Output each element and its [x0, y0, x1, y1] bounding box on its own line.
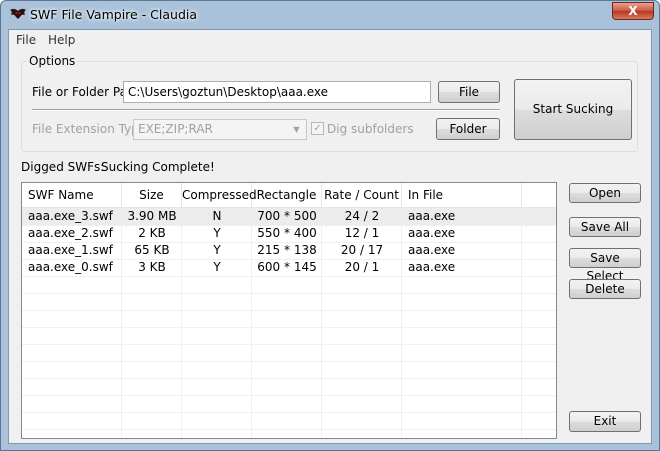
gridline	[22, 378, 556, 379]
gridline	[22, 276, 556, 277]
col-swf-name[interactable]: SWF Name	[22, 183, 122, 208]
chevron-down-icon[interactable]: ▼	[288, 121, 305, 138]
window-title: SWF File Vampire - Claudia	[30, 7, 198, 22]
table-row[interactable]: aaa.exe_0.swf 3 KB Y 600 * 145 20 / 1 aa…	[22, 259, 556, 276]
status-label: Digged SWFs:	[21, 160, 105, 174]
gridline	[22, 327, 556, 328]
delete-button[interactable]: Delete	[569, 279, 641, 299]
table-row[interactable]: aaa.exe_2.swf 2 KB Y 550 * 400 12 / 1 aa…	[22, 225, 556, 242]
cell-swf-name: aaa.exe_1.swf	[28, 243, 113, 257]
col-rate-count[interactable]: Rate / Count	[322, 183, 402, 208]
ext-combo-value: EXE;ZIP;RAR	[138, 122, 213, 136]
title-bar[interactable]: SWF File Vampire - Claudia X	[1, 1, 659, 29]
cell-size: 2 KB	[138, 226, 166, 240]
gridline	[22, 412, 556, 413]
options-separator	[32, 109, 500, 111]
menu-bar: File Help	[9, 30, 651, 49]
cell-rectangle: 215 * 138	[257, 243, 317, 257]
table-row[interactable]: aaa.exe_1.swf 65 KB Y 215 * 138 20 / 17 …	[22, 242, 556, 259]
table-row[interactable]: aaa.exe_3.swf 3.90 MB N 700 * 500 24 / 2…	[22, 208, 556, 225]
gridline	[22, 429, 556, 430]
close-icon: X	[628, 4, 638, 18]
menu-file[interactable]: File	[16, 33, 36, 47]
gridline	[22, 293, 556, 294]
cell-compressed: N	[212, 209, 222, 223]
cell-rectangle: 700 * 500	[257, 209, 317, 223]
options-legend: Options	[27, 54, 78, 68]
client-area: File Help Options File or Folder Path C:…	[8, 29, 652, 444]
bat-icon	[10, 8, 26, 19]
cell-swf-name: aaa.exe_3.swf	[28, 209, 113, 223]
cell-compressed: Y	[213, 243, 221, 257]
menu-help[interactable]: Help	[48, 33, 75, 47]
start-sucking-button[interactable]: Start Sucking	[514, 79, 632, 140]
save-all-button[interactable]: Save All	[569, 217, 641, 237]
cell-in-file: aaa.exe	[408, 243, 456, 257]
gridline	[22, 344, 556, 345]
save-select-button[interactable]: Save Select	[569, 248, 641, 283]
close-button[interactable]: X	[612, 2, 654, 20]
cell-in-file: aaa.exe	[408, 226, 456, 240]
cell-size: 3.90 MB	[127, 209, 177, 223]
path-input[interactable]: C:\Users\goztun\Desktop\aaa.exe	[123, 81, 431, 103]
gridline	[22, 395, 556, 396]
checkmark-icon: ✓	[313, 123, 322, 134]
cell-rate-count: 24 / 2	[344, 209, 380, 223]
list-header: SWF Name Size Compressed Rectangle Rate …	[22, 183, 556, 208]
cell-size: 3 KB	[138, 260, 166, 274]
cell-in-file: aaa.exe	[408, 209, 456, 223]
cell-swf-name: aaa.exe_2.swf	[28, 226, 113, 240]
gridline	[22, 310, 556, 311]
cell-rate-count: 20 / 1	[344, 260, 380, 274]
cell-size: 65 KB	[134, 243, 170, 257]
open-button[interactable]: Open	[569, 183, 641, 203]
file-button[interactable]: File	[438, 81, 500, 103]
col-size[interactable]: Size	[122, 183, 182, 208]
col-rectangle[interactable]: Rectangle	[252, 183, 322, 208]
folder-button[interactable]: Folder	[436, 118, 500, 140]
col-in-file[interactable]: In File	[402, 183, 522, 208]
exit-button[interactable]: Exit	[569, 411, 641, 432]
app-window: SWF File Vampire - Claudia X File Help O…	[0, 0, 660, 451]
cell-in-file: aaa.exe	[408, 260, 456, 274]
gridline	[22, 361, 556, 362]
cell-rectangle: 600 * 145	[257, 260, 317, 274]
col-compressed[interactable]: Compressed	[182, 183, 257, 208]
status-text: Sucking Complete!	[101, 160, 215, 174]
cell-rectangle: 550 * 400	[257, 226, 317, 240]
cell-compressed: Y	[213, 260, 221, 274]
dig-subfolders-label: Dig subfolders	[327, 122, 414, 136]
cell-rate-count: 20 / 17	[340, 243, 384, 257]
swf-list[interactable]: SWF Name Size Compressed Rectangle Rate …	[21, 182, 557, 439]
cell-compressed: Y	[213, 226, 221, 240]
cell-swf-name: aaa.exe_0.swf	[28, 260, 113, 274]
ext-combo[interactable]: EXE;ZIP;RAR ▼	[133, 119, 307, 140]
cell-rate-count: 12 / 1	[344, 226, 380, 240]
dig-subfolders-checkbox[interactable]: ✓	[311, 122, 324, 135]
